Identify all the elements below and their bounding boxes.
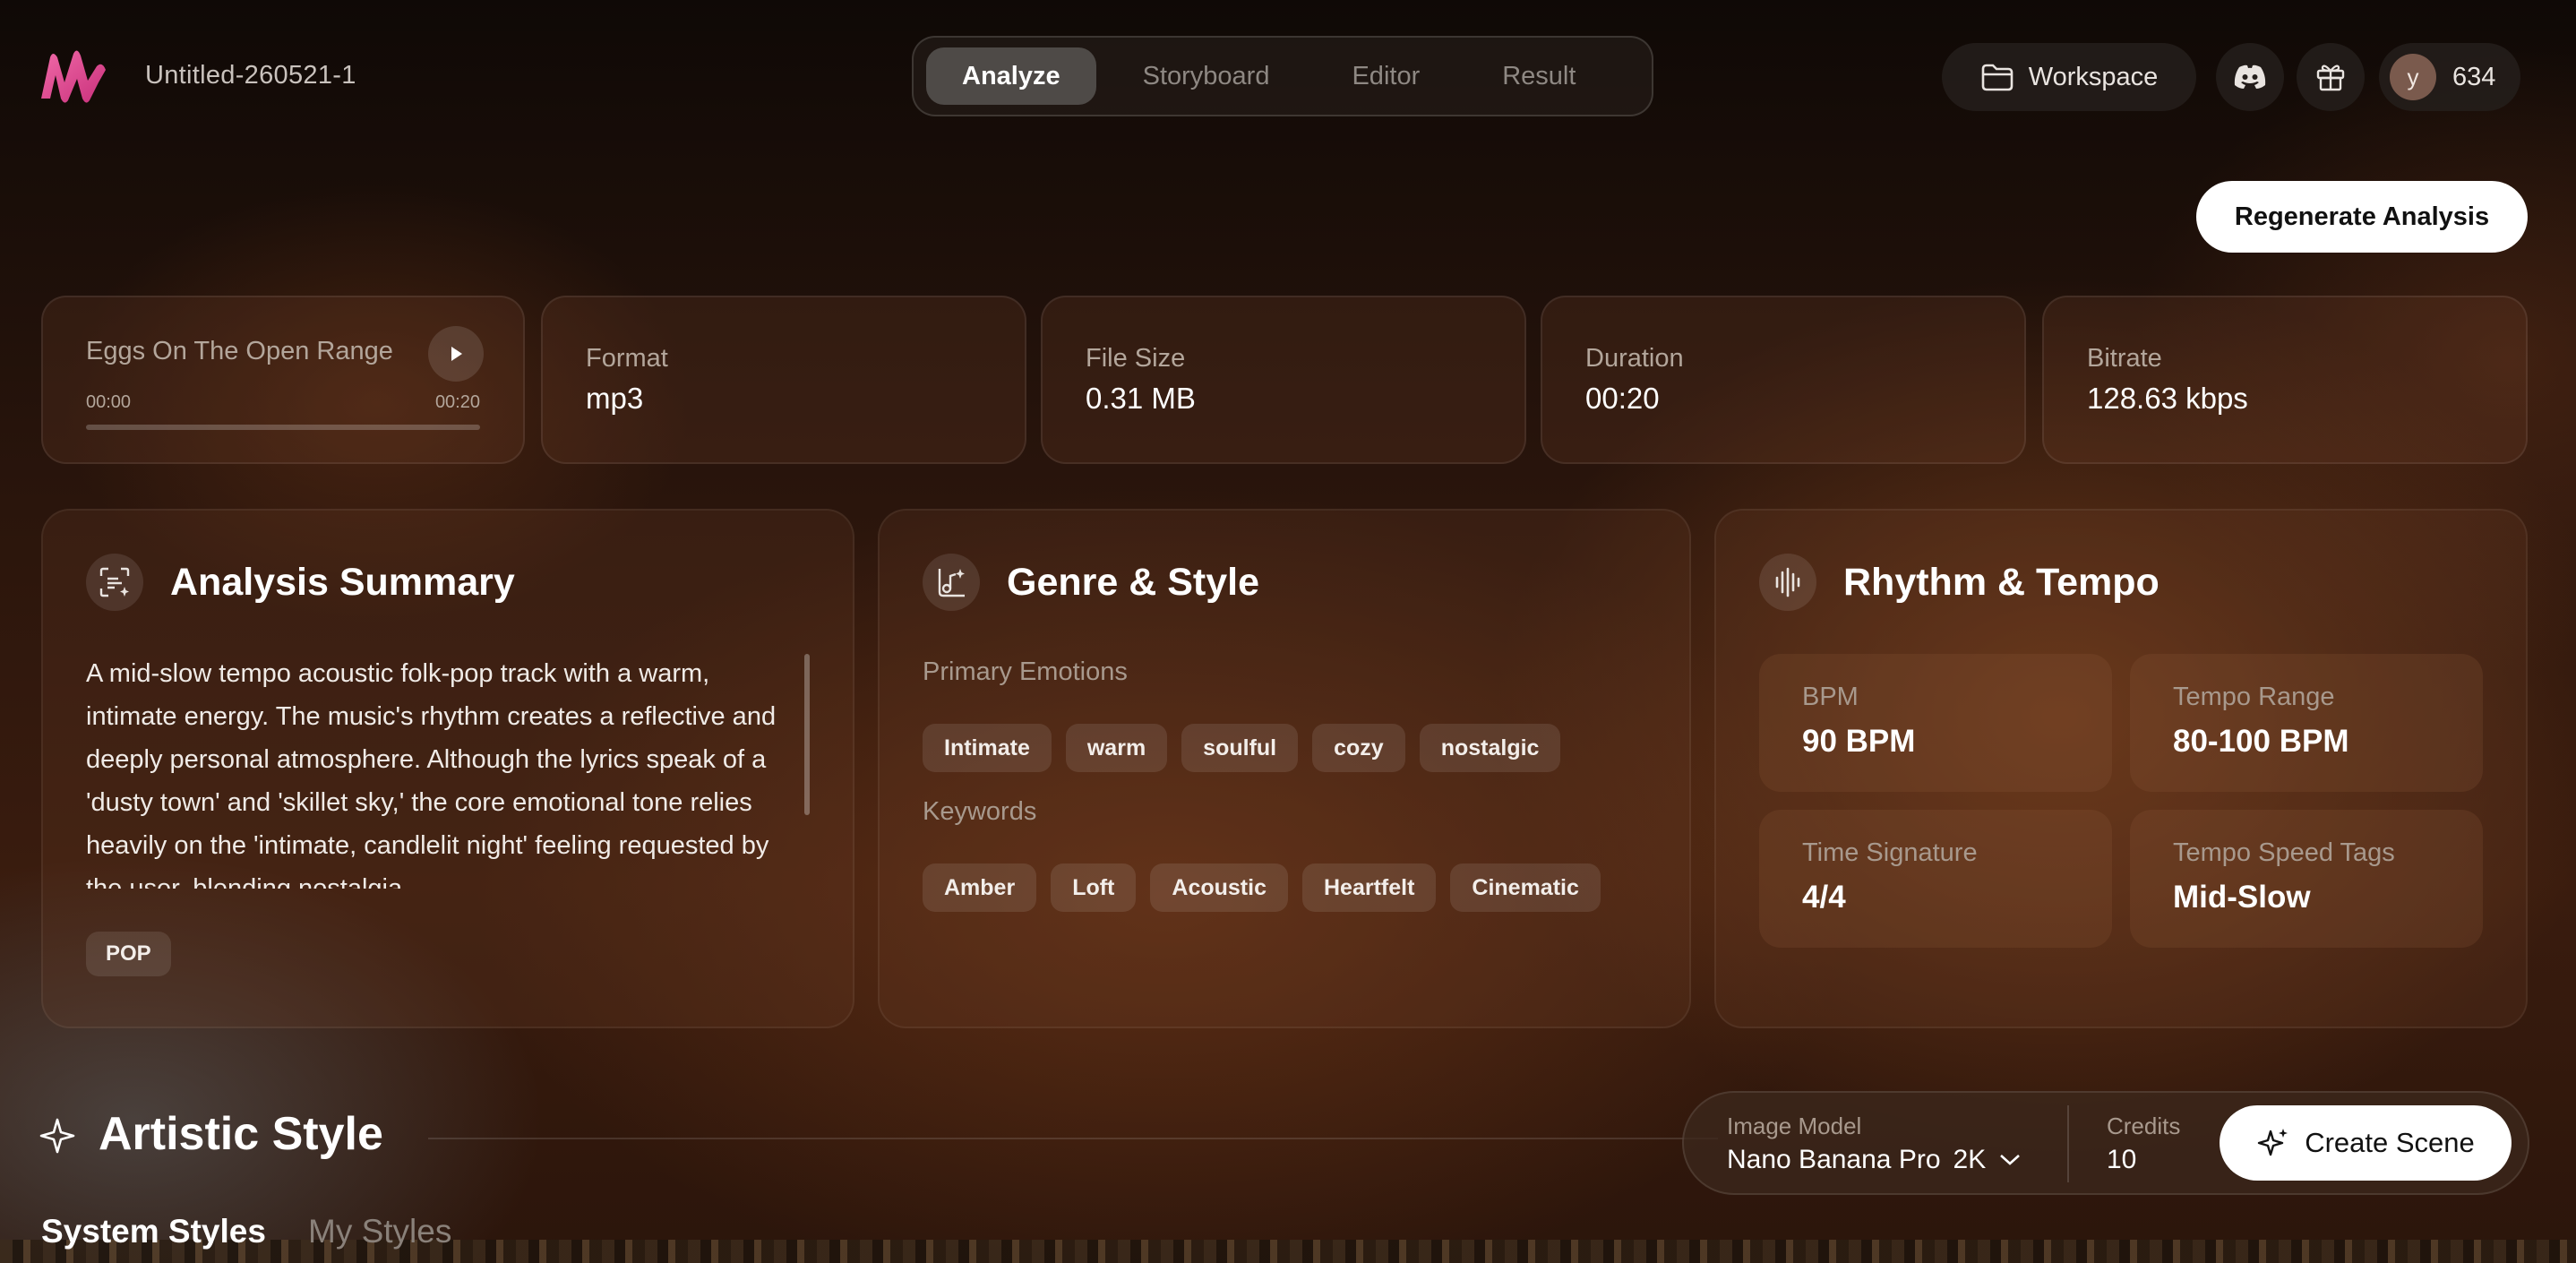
primary-emotions-label: Primary Emotions <box>923 657 1128 686</box>
create-scene-bar: Image Model Nano Banana Pro 2K Credits 1… <box>1682 1091 2529 1195</box>
chevron-down-icon <box>2000 1155 2021 1165</box>
discord-button[interactable] <box>2216 43 2284 111</box>
credits-balance: 634 <box>2452 62 2496 91</box>
keyword-tag: Amber <box>923 863 1037 912</box>
credits-value: 10 <box>2107 1145 2137 1174</box>
time-signature-stat: Time Signature 4/4 <box>1759 810 2112 948</box>
summary-title: Analysis Summary <box>170 561 515 604</box>
image-model-value: Nano Banana Pro <box>1727 1145 1941 1174</box>
file-size-value: 0.31 MB <box>1086 382 1196 415</box>
emotion-tag: cozy <box>1312 724 1405 772</box>
keyword-tag: Cinematic <box>1450 863 1601 912</box>
duration-label: Duration <box>1585 344 1684 373</box>
rhythm-tempo-panel: Rhythm & Tempo BPM 90 BPM Tempo Range 80… <box>1714 509 2528 1028</box>
create-scene-button[interactable]: Create Scene <box>2220 1105 2512 1181</box>
project-title[interactable]: Untitled-260521-1 <box>145 61 356 90</box>
file-size-card: File Size 0.31 MB <box>1041 296 1526 464</box>
sparkle-icon <box>2258 1129 2288 1156</box>
tab-system-styles[interactable]: System Styles <box>41 1213 266 1250</box>
sparkle-icon <box>39 1118 75 1154</box>
logo-icon[interactable] <box>38 47 109 106</box>
bitrate-label: Bitrate <box>2087 344 2162 373</box>
tempo-speed-value: Mid-Slow <box>2173 880 2311 915</box>
summary-scrollbar[interactable] <box>804 654 810 815</box>
scan-sparkle-icon <box>99 567 130 597</box>
waveform-icon <box>1775 567 1800 597</box>
folder-icon <box>1981 64 2014 91</box>
duration-value: 00:20 <box>1585 382 1660 415</box>
image-model-selector[interactable]: Nano Banana Pro 2K <box>1727 1145 2022 1175</box>
time-signature-value: 4/4 <box>1802 880 1846 915</box>
main-tabs: Analyze Storyboard Editor Result <box>912 36 1653 116</box>
summary-text: A mid-slow tempo acoustic folk-pop track… <box>86 659 777 889</box>
emotion-tag: nostalgic <box>1419 724 1561 772</box>
file-size-label: File Size <box>1086 344 1186 373</box>
gift-button[interactable] <box>2297 43 2365 111</box>
bitrate-value: 128.63 kbps <box>2087 382 2248 415</box>
emotions-tag-row: Intimate warm soulful cozy nostalgic <box>923 724 1561 772</box>
regenerate-analysis-button[interactable]: Regenerate Analysis <box>2196 181 2528 253</box>
create-bar-separator <box>2067 1105 2069 1182</box>
resolution-value: 2K <box>1953 1145 1987 1174</box>
keyword-tag: Heartfelt <box>1301 863 1437 912</box>
rhythm-title: Rhythm & Tempo <box>1843 561 2160 604</box>
gift-icon <box>2316 64 2345 91</box>
analysis-summary-panel: Analysis Summary A mid-slow tempo acoust… <box>41 509 854 1028</box>
tab-analyze[interactable]: Analyze <box>926 47 1096 105</box>
total-time: 00:20 <box>434 392 480 412</box>
genre-title: Genre & Style <box>1007 561 1259 604</box>
tempo-range-stat: Tempo Range 80-100 BPM <box>2130 654 2483 792</box>
progress-track[interactable] <box>86 425 480 430</box>
bpm-label: BPM <box>1802 683 1859 711</box>
profile-button[interactable]: y 634 <box>2379 43 2520 111</box>
credits-label: Credits <box>2107 1113 2181 1139</box>
tab-storyboard[interactable]: Storyboard <box>1107 47 1306 105</box>
emotion-tag: Intimate <box>923 724 1052 772</box>
time-signature-label: Time Signature <box>1802 838 1978 867</box>
keywords-tag-row: Amber Loft Acoustic Heartfelt Cinematic <box>923 863 1601 912</box>
image-model-label: Image Model <box>1727 1113 1862 1139</box>
workspace-button[interactable]: Workspace <box>1942 43 2196 111</box>
genre-icon-wrapper <box>923 554 980 611</box>
tempo-speed-label: Tempo Speed Tags <box>2173 838 2395 867</box>
audio-player-card: Eggs On The Open Range 00:00 00:20 <box>41 296 525 464</box>
summary-icon-wrapper <box>86 554 143 611</box>
bpm-value: 90 BPM <box>1802 724 1916 759</box>
duration-card: Duration 00:20 <box>1541 296 2026 464</box>
current-time: 00:00 <box>86 392 132 412</box>
play-button[interactable] <box>428 326 484 382</box>
avatar: y <box>2390 54 2436 100</box>
keywords-label: Keywords <box>923 797 1037 826</box>
music-sparkle-icon <box>938 569 965 597</box>
keyword-tag: Acoustic <box>1150 863 1288 912</box>
tab-editor[interactable]: Editor <box>1316 47 1455 105</box>
format-card: Format mp3 <box>541 296 1026 464</box>
song-title: Eggs On The Open Range <box>86 337 393 365</box>
rhythm-icon-wrapper <box>1759 554 1816 611</box>
discord-icon <box>2234 64 2266 89</box>
tempo-range-value: 80-100 BPM <box>2173 724 2349 759</box>
section-divider <box>428 1138 1718 1139</box>
tab-my-styles[interactable]: My Styles <box>308 1213 451 1250</box>
keyword-tag: Loft <box>1051 863 1137 912</box>
genre-tag-pop: POP <box>86 932 171 976</box>
tab-result[interactable]: Result <box>1466 47 1611 105</box>
create-scene-label: Create Scene <box>2305 1127 2475 1158</box>
tempo-speed-stat: Tempo Speed Tags Mid-Slow <box>2130 810 2483 948</box>
bitrate-card: Bitrate 128.63 kbps <box>2042 296 2528 464</box>
workspace-label: Workspace <box>2028 62 2159 91</box>
tempo-range-label: Tempo Range <box>2173 683 2335 711</box>
bpm-stat: BPM 90 BPM <box>1759 654 2112 792</box>
format-value: mp3 <box>586 382 644 415</box>
play-icon <box>451 347 462 361</box>
emotion-tag: soulful <box>1181 724 1299 772</box>
format-label: Format <box>586 344 668 373</box>
genre-style-panel: Genre & Style Primary Emotions Intimate … <box>878 509 1691 1028</box>
artistic-style-title: Artistic Style <box>99 1108 383 1160</box>
top-bar: Untitled-260521-1 Analyze Storyboard Edi… <box>0 0 2576 152</box>
emotion-tag: warm <box>1065 724 1168 772</box>
